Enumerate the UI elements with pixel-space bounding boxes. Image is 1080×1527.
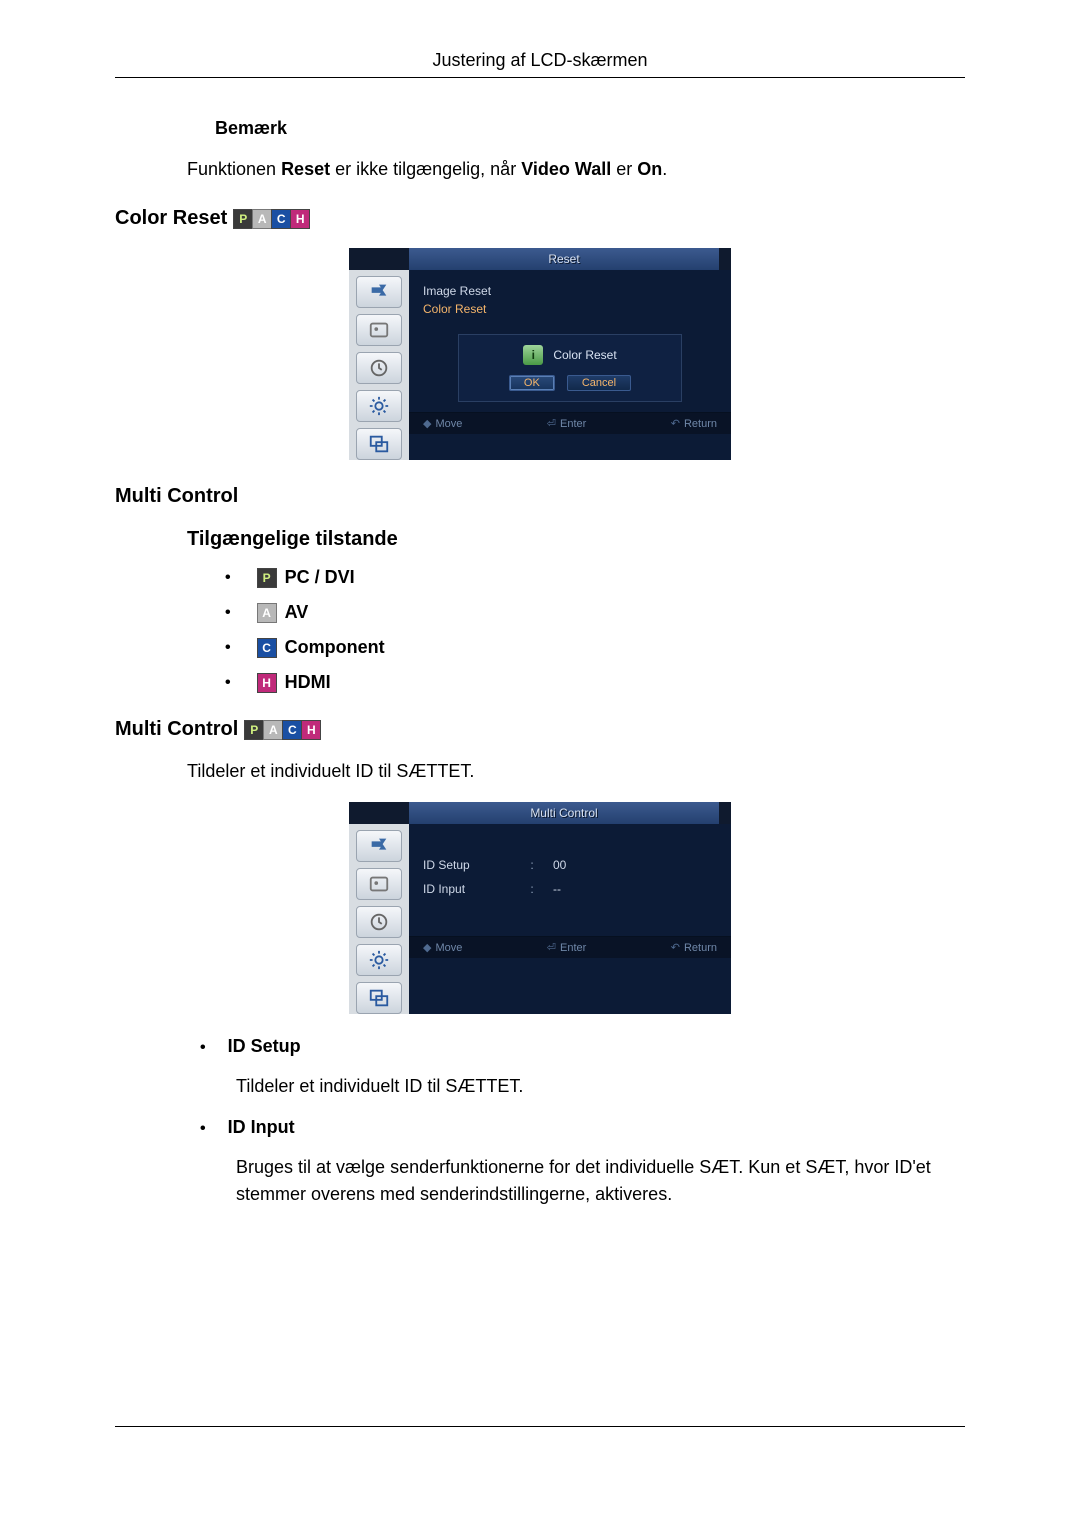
- tab-time-icon[interactable]: [356, 352, 402, 384]
- section-color-reset: Color Reset P A C H: [115, 207, 965, 230]
- page-header: Justering af LCD-skærmen: [115, 50, 965, 78]
- osd-item-color-reset[interactable]: Color Reset: [423, 302, 717, 316]
- component-icon: C: [271, 209, 291, 229]
- tab-setup-icon[interactable]: [356, 390, 402, 422]
- osd-tabs: [349, 270, 409, 460]
- detail-body: Tildeler et individuelt ID til SÆTTET.: [236, 1073, 965, 1099]
- osd-main: Image Reset Color Reset i Color Reset OK…: [409, 270, 731, 460]
- footer-move: Move: [423, 417, 462, 430]
- component-icon: C: [282, 720, 302, 740]
- osd-dialog: i Color Reset OK Cancel: [458, 334, 682, 402]
- source-icon-strip: P A C H: [244, 720, 320, 740]
- av-icon: A: [263, 720, 283, 740]
- osd-title-bar: Multi Control: [349, 802, 731, 824]
- note-body: Funktionen Reset er ikke tilgængelig, nå…: [187, 157, 965, 182]
- tab-input-icon[interactable]: [356, 276, 402, 308]
- detail-id-input: ID Input Bruges til at vælge senderfunkt…: [200, 1117, 965, 1206]
- av-icon: A: [252, 209, 272, 229]
- row-colon: :: [527, 858, 537, 872]
- tab-multi-icon[interactable]: [356, 982, 402, 1014]
- text: .: [662, 159, 667, 179]
- page: Justering af LCD-skærmen Bemærk Funktion…: [0, 0, 1080, 1527]
- source-icon-strip: P A C H: [233, 209, 309, 229]
- osd-title: Reset: [548, 252, 579, 266]
- mode-component: C Component: [225, 637, 965, 658]
- footer-rule: [115, 1426, 965, 1427]
- detail-body: Bruges til at vælge senderfunktionerne f…: [236, 1154, 965, 1206]
- footer-move: Move: [423, 941, 462, 954]
- tab-input-icon[interactable]: [356, 830, 402, 862]
- mode-label: PC / DVI: [285, 567, 355, 588]
- note-heading: Bemærk: [215, 118, 965, 139]
- mode-label: AV: [285, 602, 309, 623]
- component-icon: C: [257, 638, 277, 658]
- multi-control-intro: Tildeler et individuelt ID til SÆTTET.: [187, 759, 965, 784]
- detail-list: ID Setup Tildeler et individuelt ID til …: [200, 1036, 965, 1206]
- modes-heading: Tilgængelige tilstande: [187, 528, 965, 551]
- mode-hdmi: H HDMI: [225, 672, 965, 693]
- section-title-text: Multi Control: [115, 485, 238, 508]
- osd-item-image-reset[interactable]: Image Reset: [423, 284, 717, 298]
- pc-icon: P: [257, 568, 277, 588]
- footer-enter: Enter: [547, 417, 587, 430]
- osd-footer: Move Enter Return: [409, 412, 731, 434]
- tab-picture-icon[interactable]: [356, 314, 402, 346]
- row-value: --: [553, 882, 561, 896]
- mode-av: A AV: [225, 602, 965, 623]
- row-colon: :: [527, 882, 537, 896]
- ok-button[interactable]: OK: [509, 375, 555, 391]
- pc-icon: P: [233, 209, 253, 229]
- av-icon: A: [257, 603, 277, 623]
- tab-setup-icon[interactable]: [356, 944, 402, 976]
- tab-multi-icon[interactable]: [356, 428, 402, 460]
- section-multi-control-detail: Multi Control P A C H: [115, 718, 965, 741]
- hdmi-icon: H: [301, 720, 321, 740]
- page-title: Justering af LCD-skærmen: [432, 50, 647, 70]
- section-multi-control: Multi Control: [115, 485, 965, 508]
- hdmi-icon: H: [290, 209, 310, 229]
- row-value: 00: [553, 858, 566, 872]
- text-bold: Video Wall: [521, 159, 611, 179]
- row-label: ID Input: [423, 882, 527, 896]
- osd-footer: Move Enter Return: [409, 936, 731, 958]
- cancel-button[interactable]: Cancel: [567, 375, 631, 391]
- footer-return: Return: [671, 941, 717, 954]
- mode-label: Component: [285, 637, 385, 658]
- mode-label: HDMI: [285, 672, 331, 693]
- osd-tabs: [349, 824, 409, 1014]
- mode-pc: P PC / DVI: [225, 567, 965, 588]
- tab-time-icon[interactable]: [356, 906, 402, 938]
- osd-multi-control: Multi Control ID Setup : 00: [349, 802, 731, 1014]
- osd-row-id-setup[interactable]: ID Setup : 00: [423, 858, 717, 872]
- section-title-text: Color Reset: [115, 207, 227, 230]
- section-title-text: Multi Control: [115, 718, 238, 741]
- text: er ikke tilgængelig, når: [330, 159, 521, 179]
- row-label: ID Setup: [423, 858, 527, 872]
- pc-icon: P: [244, 720, 264, 740]
- footer-enter: Enter: [547, 941, 587, 954]
- osd-title-bar: Reset: [349, 248, 731, 270]
- osd-color-reset: Reset Image Reset Color Reset i: [349, 248, 731, 460]
- info-icon: i: [523, 345, 543, 365]
- text-bold: Reset: [281, 159, 330, 179]
- detail-id-setup: ID Setup Tildeler et individuelt ID til …: [200, 1036, 965, 1099]
- detail-title: ID Setup: [228, 1036, 301, 1057]
- modes-list: P PC / DVI A AV C Component H HDMI: [225, 567, 965, 693]
- hdmi-icon: H: [257, 673, 277, 693]
- dialog-label: Color Reset: [553, 348, 616, 362]
- text: Funktionen: [187, 159, 281, 179]
- footer-return: Return: [671, 417, 717, 430]
- osd-title: Multi Control: [530, 806, 597, 820]
- text-bold: On: [637, 159, 662, 179]
- osd-main: ID Setup : 00 ID Input : -- Move Enter R…: [409, 824, 731, 1014]
- detail-title: ID Input: [228, 1117, 295, 1138]
- osd-row-id-input[interactable]: ID Input : --: [423, 882, 717, 896]
- text: er: [611, 159, 637, 179]
- tab-picture-icon[interactable]: [356, 868, 402, 900]
